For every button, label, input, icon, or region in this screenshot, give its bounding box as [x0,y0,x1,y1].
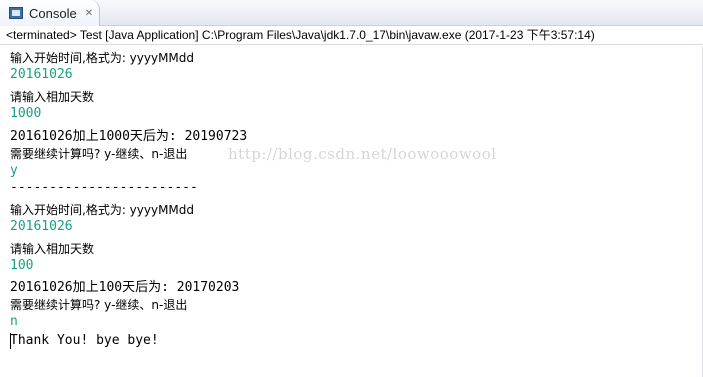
tab-console[interactable]: Console ✕ [0,0,100,26]
launch-status-line: <terminated> Test [Java Application] C:\… [0,26,703,45]
console-line-goodbye: Thank You! bye bye! [10,333,159,348]
console-tab-bar: Console ✕ [0,0,703,26]
console-line-prompt-continue: 需要继续计算吗? y-继续、n-退出 [10,298,188,312]
console-line-input-days: 100 [10,258,34,273]
text-cursor [10,333,11,349]
console-line-result: 20161026加上100天后为: 20170203 [10,280,240,295]
console-output[interactable]: 输入开始时间,格式为: yyyyMMdd 20161026 请输入相加天数 10… [0,46,703,377]
console-line-input-choice: y [10,163,18,178]
console-line-input-days: 1000 [10,106,42,121]
console-line-result: 20161026加上1000天后为: 20190723 [10,129,248,144]
console-line-input-date: 20161026 [10,67,73,82]
watermark: http://blog.csdn.net/loowooowool [228,145,497,163]
tab-console-label: Console [29,5,77,21]
console-line-prompt-date: 输入开始时间,格式为: yyyyMMdd [10,203,195,217]
console-line-prompt-days: 请输入相加天数 [10,90,95,104]
close-icon[interactable]: ✕ [85,8,93,19]
console-line-input-choice: n [10,314,18,329]
console-line-prompt-continue: 需要继续计算吗? y-继续、n-退出 [10,147,188,161]
console-line-prompt-date: 输入开始时间,格式为: yyyyMMdd [10,51,195,65]
console-icon [9,7,23,19]
console-separator: ------------------------ [10,180,198,195]
console-line-input-date: 20161026 [10,219,73,234]
console-line-prompt-days: 请输入相加天数 [10,242,95,256]
